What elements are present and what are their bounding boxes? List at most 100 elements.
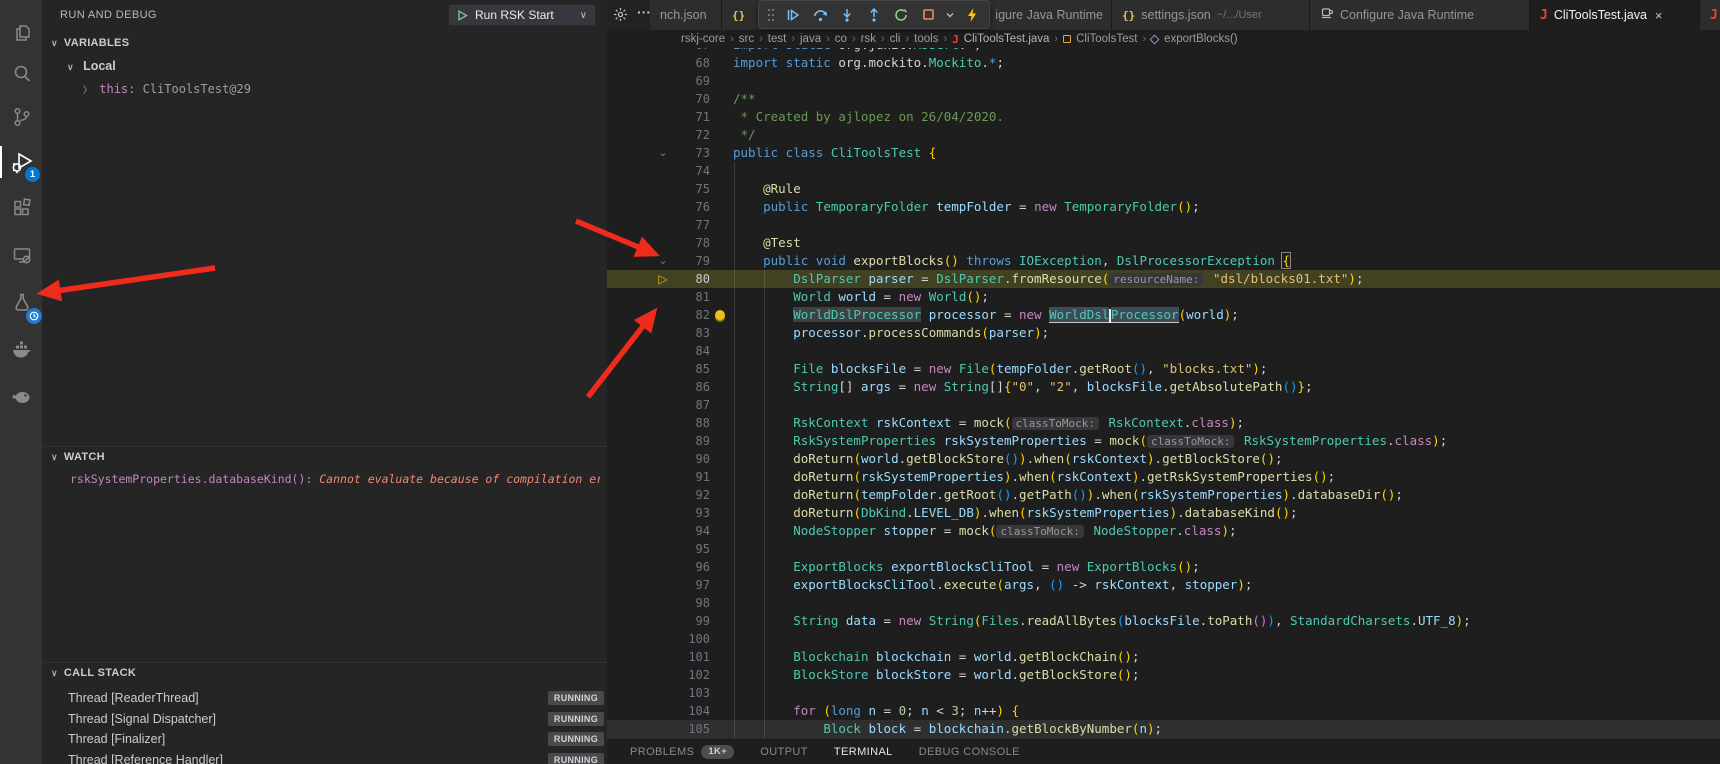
code-line-78[interactable]: 78 @Test (607, 234, 1720, 252)
drag-handle-icon[interactable] (764, 3, 778, 27)
code-line-77[interactable]: 77 (607, 216, 1720, 234)
code-line-82[interactable]: 82 WorldDslProcessor processor = new Wor… (607, 306, 1720, 324)
line-number[interactable]: 90 (607, 450, 710, 468)
code-line-89[interactable]: 89 RskSystemProperties rskSystemProperti… (607, 432, 1720, 450)
step-into-icon[interactable] (835, 3, 859, 27)
line-number[interactable]: 71 (607, 108, 710, 126)
breadcrumb-file[interactable]: CliToolsTest.java (964, 33, 1050, 45)
code-line-76[interactable]: 76 public TemporaryFolder tempFolder = n… (607, 198, 1720, 216)
gradle-icon[interactable] (0, 374, 43, 418)
hot-code-replace-icon[interactable] (960, 3, 984, 27)
close-icon[interactable]: × (1655, 8, 1663, 23)
watch-section-header[interactable]: ∨ WATCH (51, 451, 105, 463)
panel-tab-debug-console[interactable]: DEBUG CONSOLE (919, 746, 1020, 758)
run-config-button[interactable]: Run RSK Start ∨ (448, 4, 596, 26)
line-number[interactable]: 93 (607, 504, 710, 522)
call-stack-section-header[interactable]: ∨ CALL STACK (51, 667, 136, 679)
code-line-97[interactable]: 97 exportBlocksCliTool.execute(args, () … (607, 576, 1720, 594)
line-number[interactable]: 82 (607, 306, 710, 324)
remote-explorer-icon[interactable] (0, 233, 43, 277)
stop-icon[interactable] (916, 3, 940, 27)
breadcrumb-method[interactable]: exportBlocks() (1164, 33, 1238, 45)
code-line-102[interactable]: 102 BlockStore blockStore = world.getBlo… (607, 666, 1720, 684)
code-line-99[interactable]: 99 String data = new String(Files.readAl… (607, 612, 1720, 630)
breadcrumb-segment[interactable]: tools (914, 33, 938, 45)
testing-icon[interactable] (0, 280, 43, 324)
fold-chevron-icon[interactable]: ⌄ (655, 252, 671, 270)
code-line-96[interactable]: 96 ExportBlocks exportBlocksCliTool = ne… (607, 558, 1720, 576)
line-number[interactable]: 105 (607, 720, 710, 738)
code-line-94[interactable]: 94 NodeStopper stopper = mock(classToMoc… (607, 522, 1720, 540)
code-line-80[interactable]: 80▷ DslParser parser = DslParser.fromRes… (607, 270, 1720, 288)
code-line-75[interactable]: 75 @Rule (607, 180, 1720, 198)
code-line-100[interactable]: 100 (607, 630, 1720, 648)
panel-tab-terminal[interactable]: TERMINAL (834, 746, 893, 758)
step-out-icon[interactable] (862, 3, 886, 27)
more-actions-icon[interactable]: ··· (637, 4, 651, 20)
line-number[interactable]: 89 (607, 432, 710, 450)
code-line-95[interactable]: 95 (607, 540, 1720, 558)
code-line-73[interactable]: 73⌄public class CliToolsTest { (607, 144, 1720, 162)
line-number[interactable]: 76 (607, 198, 710, 216)
step-over-icon[interactable] (808, 3, 832, 27)
line-number[interactable]: 84 (607, 342, 710, 360)
call-stack-thread-row[interactable]: Thread [Signal Dispatcher]RUNNING (43, 709, 607, 730)
stop-dropdown-icon[interactable] (943, 3, 957, 27)
continue-icon[interactable] (781, 3, 805, 27)
code-line-91[interactable]: 91 doReturn(rskSystemProperties).when(rs… (607, 468, 1720, 486)
tab-configure-java-runtime[interactable]: Configure Java Runtime (1310, 0, 1530, 30)
tab-settings-json[interactable]: {}settings.json~/.../User (1112, 0, 1310, 30)
call-stack-thread-row[interactable]: Thread [Reference Handler]RUNNING (43, 750, 607, 764)
explorer-icon[interactable] (0, 11, 43, 55)
line-number[interactable]: 81 (607, 288, 710, 306)
line-number[interactable]: 99 (607, 612, 710, 630)
line-number[interactable]: 85 (607, 360, 710, 378)
code-line-68[interactable]: 68import static org.mockito.Mockito.*; (607, 54, 1720, 72)
code-line-98[interactable]: 98 (607, 594, 1720, 612)
line-number[interactable]: 88 (607, 414, 710, 432)
extensions-icon[interactable] (0, 186, 43, 230)
code-line-81[interactable]: 81 World world = new World(); (607, 288, 1720, 306)
breadcrumb-segment[interactable]: cli (890, 33, 901, 45)
variables-section-header[interactable]: ∨ VARIABLES (51, 37, 129, 49)
line-number[interactable]: 96 (607, 558, 710, 576)
line-number[interactable]: 72 (607, 126, 710, 144)
code-line-87[interactable]: 87 (607, 396, 1720, 414)
code-line-93[interactable]: 93 doReturn(DbKind.LEVEL_DB).when(rskSys… (607, 504, 1720, 522)
call-stack-thread-row[interactable]: Thread [ReaderThread]RUNNING (43, 688, 607, 709)
breadcrumb-segment[interactable]: rskj-core (681, 33, 725, 45)
line-number[interactable]: 78 (607, 234, 710, 252)
line-number[interactable]: 68 (607, 54, 710, 72)
code-line-90[interactable]: 90 doReturn(world.getBlockStore()).when(… (607, 450, 1720, 468)
line-number[interactable]: 77 (607, 216, 710, 234)
source-control-icon[interactable] (0, 95, 43, 139)
line-number[interactable]: 100 (607, 630, 710, 648)
code-line-86[interactable]: 86 String[] args = new String[]{"0", "2"… (607, 378, 1720, 396)
line-number[interactable]: 102 (607, 666, 710, 684)
code-line-88[interactable]: 88 RskContext rskContext = mock(classToM… (607, 414, 1720, 432)
line-number[interactable]: 75 (607, 180, 710, 198)
line-number[interactable]: 91 (607, 468, 710, 486)
docker-icon[interactable] (0, 327, 43, 371)
breadcrumb-segment[interactable]: src (739, 33, 754, 45)
code-line-69[interactable]: 69 (607, 72, 1720, 90)
line-number[interactable]: 86 (607, 378, 710, 396)
line-number[interactable]: 74 (607, 162, 710, 180)
line-number[interactable]: 69 (607, 72, 710, 90)
run-and-debug-icon[interactable]: 1 (0, 140, 43, 184)
variable-this-row[interactable]: 〉 this: CliToolsTest@29 (83, 82, 251, 96)
line-number[interactable]: 94 (607, 522, 710, 540)
search-icon[interactable] (0, 51, 43, 95)
tab-clitoolstest-java[interactable]: JCliToolsTest.java× (1530, 0, 1700, 30)
chevron-down-icon[interactable]: ∨ (580, 10, 587, 21)
panel-tab-problems[interactable]: PROBLEMS1K+ (630, 745, 734, 759)
panel-tab-output[interactable]: OUTPUT (760, 746, 808, 758)
gear-icon[interactable] (613, 7, 628, 27)
restart-icon[interactable] (889, 3, 913, 27)
code-line-71[interactable]: 71 * Created by ajlopez on 26/04/2020. (607, 108, 1720, 126)
code-line-85[interactable]: 85 File blocksFile = new File(tempFolder… (607, 360, 1720, 378)
line-number[interactable]: 101 (607, 648, 710, 666)
tab-next-java-sliver[interactable]: J (1700, 0, 1720, 30)
breadcrumb-segment[interactable]: co (835, 33, 847, 45)
code-line-83[interactable]: 83 processor.processCommands(parser); (607, 324, 1720, 342)
